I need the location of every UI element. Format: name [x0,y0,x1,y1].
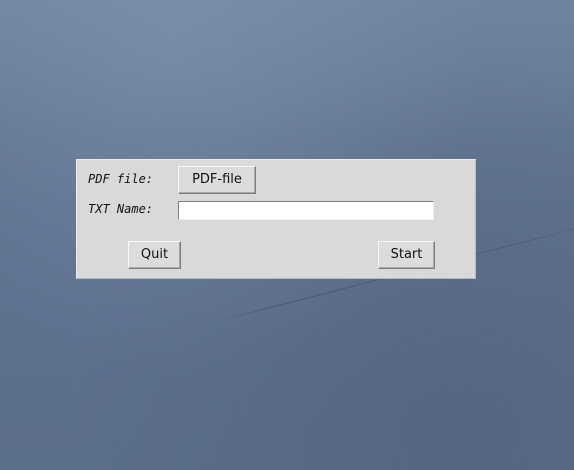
pdf-file-label: PDF file: [88,172,154,186]
txt-name-input[interactable] [178,201,434,220]
pdf-file-button[interactable]: PDF-file [178,166,256,194]
quit-button[interactable]: Quit [128,241,181,269]
txt-name-label: TXT Name: [88,202,154,216]
pdf-to-txt-dialog: PDF file: PDF-file TXT Name: Quit Start [76,159,476,279]
desktop-background [0,0,574,140]
start-button[interactable]: Start [378,241,435,269]
